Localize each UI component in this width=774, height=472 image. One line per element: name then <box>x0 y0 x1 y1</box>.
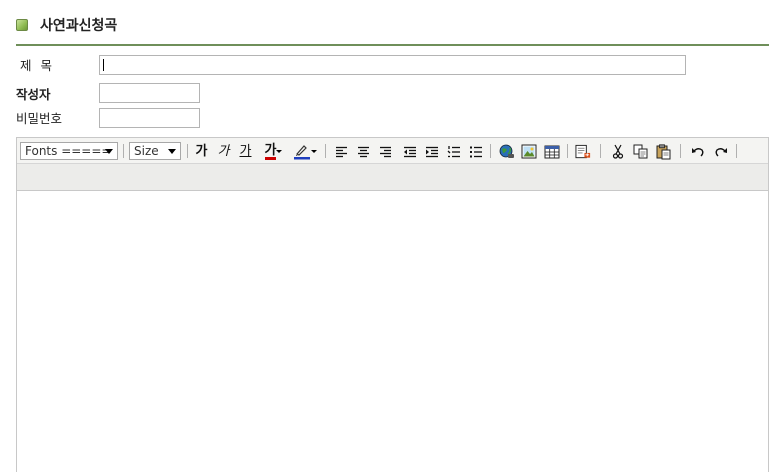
password-input[interactable] <box>99 108 200 128</box>
toolbar-separator <box>600 144 601 158</box>
chevron-down-icon <box>310 149 317 153</box>
redo-button[interactable] <box>712 143 729 160</box>
subject-input[interactable] <box>99 55 686 75</box>
align-left-button[interactable] <box>333 143 350 160</box>
bold-button[interactable]: 가 <box>193 143 210 160</box>
indent-icon <box>425 146 438 157</box>
chevron-down-icon <box>168 149 176 154</box>
font-size-select-label: Size <box>134 144 159 158</box>
green-square-icon <box>16 19 28 31</box>
page-header: 사연과신청곡 <box>16 14 769 46</box>
highlight-color-button[interactable] <box>291 143 319 160</box>
find-replace-button[interactable] <box>575 143 592 160</box>
cut-icon <box>612 144 623 159</box>
font-color-glyph: 가 <box>264 142 277 160</box>
chevron-down-icon <box>105 149 113 154</box>
subject-label: 제목 <box>20 58 62 73</box>
rich-text-editor: Fonts ===== Size 가 가 가 가 <box>16 137 769 472</box>
undo-button[interactable] <box>689 143 706 160</box>
copy-button[interactable] <box>632 143 649 160</box>
undo-icon <box>691 147 703 156</box>
italic-button[interactable]: 가 <box>215 143 232 160</box>
toolbar-separator <box>187 144 188 158</box>
font-family-select[interactable]: Fonts ===== <box>20 142 118 160</box>
unordered-list-icon <box>469 146 482 157</box>
align-right-button[interactable] <box>377 143 394 160</box>
outdent-icon <box>403 146 416 157</box>
align-left-icon <box>336 146 347 157</box>
insert-image-button[interactable] <box>520 143 537 160</box>
highlighter-icon <box>293 145 310 160</box>
underline-button[interactable]: 가 <box>237 143 254 160</box>
ordered-list-icon <box>447 145 460 157</box>
font-color-button[interactable]: 가 <box>261 143 287 160</box>
paste-button[interactable] <box>655 143 672 160</box>
page-title: 사연과신청곡 <box>40 18 118 34</box>
toolbar-separator <box>325 144 326 158</box>
font-family-select-label: Fonts ===== <box>25 144 112 158</box>
editor-content-area[interactable] <box>17 192 768 472</box>
paste-icon <box>656 143 670 159</box>
find-replace-icon <box>575 144 591 158</box>
toolbar-separator <box>490 144 491 158</box>
redo-icon <box>715 147 727 156</box>
align-center-button[interactable] <box>355 143 372 160</box>
copy-icon <box>633 144 647 159</box>
font-size-select[interactable]: Size <box>129 142 181 160</box>
table-icon <box>544 145 559 158</box>
editor-toolbar: Fonts ===== Size 가 가 가 가 <box>17 138 768 164</box>
chevron-down-icon <box>276 149 283 153</box>
insert-link-button[interactable] <box>498 143 515 160</box>
toolbar-separator <box>736 144 737 158</box>
link-globe-icon <box>499 144 514 158</box>
align-right-icon <box>380 146 391 157</box>
insert-table-button[interactable] <box>543 143 560 160</box>
align-center-icon <box>358 146 369 157</box>
ordered-list-button[interactable] <box>445 143 462 160</box>
indent-button[interactable] <box>423 143 440 160</box>
outdent-button[interactable] <box>401 143 418 160</box>
toolbar-separator <box>567 144 568 158</box>
image-icon <box>521 144 536 159</box>
password-label: 비밀번호 <box>16 111 63 126</box>
text-caret <box>103 59 104 71</box>
toolbar-separator <box>680 144 681 158</box>
unordered-list-button[interactable] <box>467 143 484 160</box>
author-label: 작성자 <box>16 87 51 102</box>
editor-secondary-toolbar <box>17 164 768 191</box>
cut-button[interactable] <box>609 143 626 160</box>
author-input[interactable] <box>99 83 200 103</box>
toolbar-separator <box>123 144 124 158</box>
